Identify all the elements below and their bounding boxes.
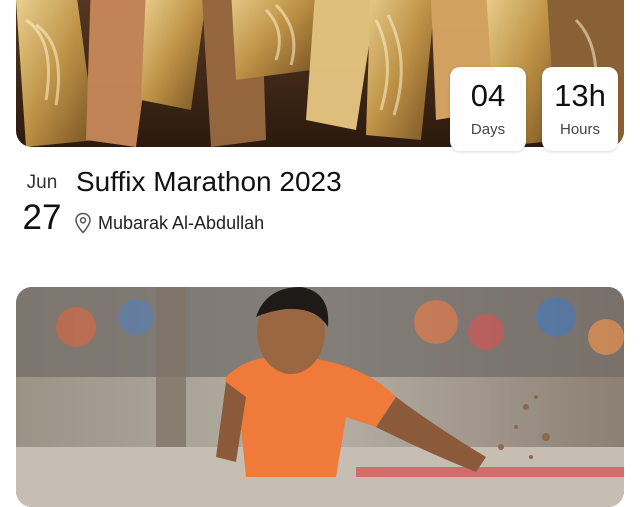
countdown: 04 Days 13h Hours [450,67,618,151]
countdown-days: 04 Days [450,67,526,151]
countdown-days-label: Days [470,121,506,138]
countdown-hours-label: Hours [559,121,600,138]
event-title[interactable]: Suffix Marathon 2023 [76,166,342,198]
runner-photo [16,287,624,507]
countdown-days-value: 04 [470,78,506,113]
event-date-day: 27 [22,198,62,237]
event-card-image[interactable] [16,287,624,507]
event-location-text: Mubarak Al-Abdullah [98,212,265,233]
event-location: Mubarak Al-Abdullah [74,212,264,234]
countdown-hours: 13h Hours [542,67,618,151]
event-date-month: Jun [26,172,58,193]
location-pin-icon [75,212,91,234]
event-date: Jun 27 [20,172,64,235]
countdown-hours-value: 13h [554,78,606,113]
